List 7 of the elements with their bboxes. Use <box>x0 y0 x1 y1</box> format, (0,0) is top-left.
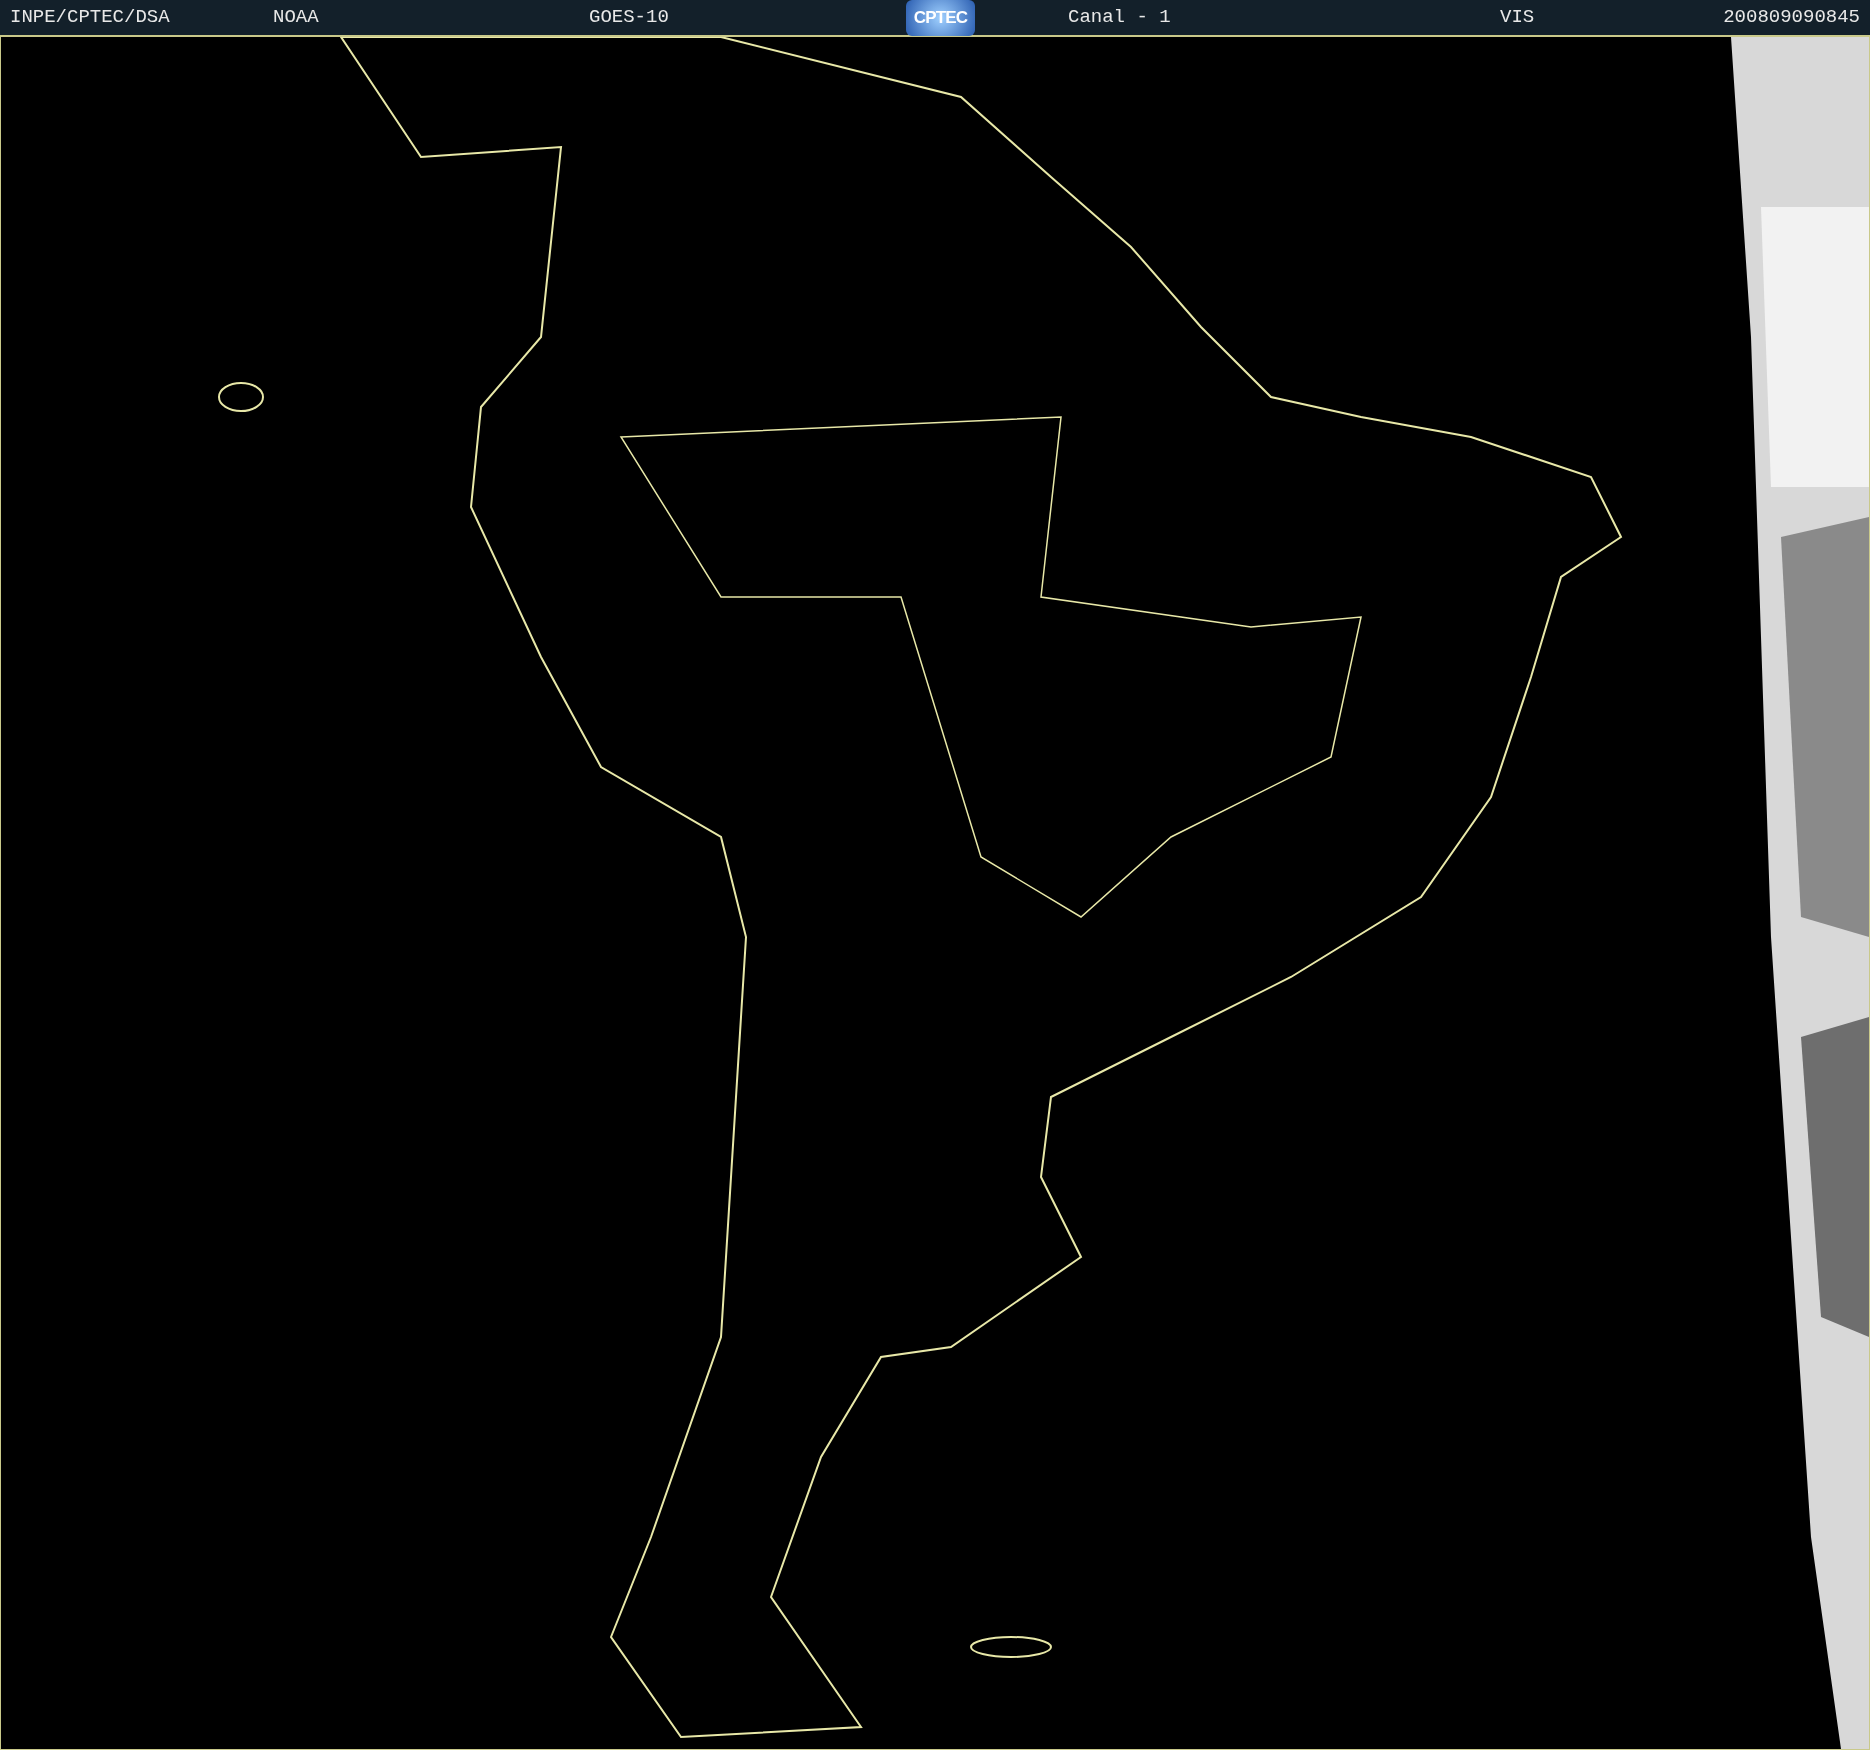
header-text: NOAA <box>273 6 319 29</box>
header-text: Canal - 1 <box>1068 6 1171 29</box>
header-text: VIS <box>1500 6 1535 29</box>
logo: CPTEC <box>906 0 975 36</box>
header-text: GOES-10 <box>589 6 669 29</box>
header-text: INPE/CPTEC/DSA <box>10 6 170 29</box>
header-text: 200809090845 <box>1723 6 1860 29</box>
